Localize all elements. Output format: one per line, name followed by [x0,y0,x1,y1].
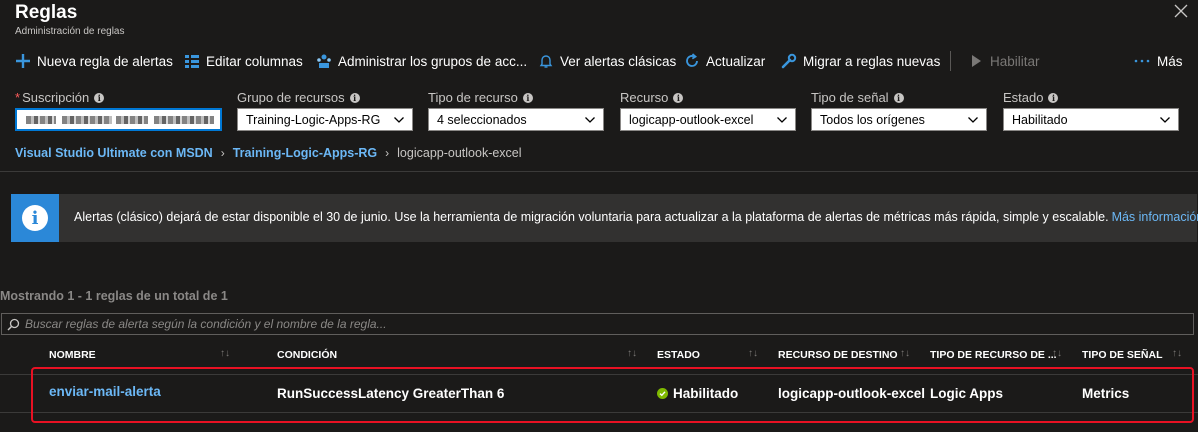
info-banner: i Alertas (clásico) dejará de estar disp… [11,194,1198,242]
row-highlight-annotation [31,367,1194,423]
view-classic-alerts-button[interactable]: Ver alertas clásicas [538,44,676,78]
breadcrumb-resource-group[interactable]: Training-Logic-Apps-RG [233,146,377,160]
column-header-signal-type[interactable]: TIPO DE SEÑAL [1082,349,1163,361]
required-marker: * [15,90,21,105]
enable-button[interactable]: Habilitar [968,44,1040,78]
chevron-down-icon [968,116,978,123]
info-icon[interactable]: i [349,92,360,103]
page-subtitle: Administración de reglas [15,26,125,37]
breadcrumb-subscription[interactable]: Visual Studio Ultimate con MSDN [15,146,213,160]
resource-type-select[interactable]: 4 seleccionados [428,108,604,131]
chevron-down-icon [1160,116,1170,123]
breadcrumb-current: logicapp-outlook-excel [397,146,522,160]
refresh-button[interactable]: Actualizar [684,44,765,78]
chevron-right-icon: › [385,146,390,160]
more-label: Más [1157,53,1183,69]
refresh-label: Actualizar [706,53,766,69]
command-toolbar: Nueva regla de alertas Editar columnas A… [0,44,1198,78]
results-count: Mostrando 1 - 1 reglas de un total de 1 [0,289,228,303]
manage-action-groups-button[interactable]: Administrar los grupos de acc... [316,44,527,78]
view-classic-alerts-label: Ver alertas clásicas [560,53,677,69]
signal-type-select[interactable]: Todos los orígenes [811,108,987,131]
redacted-text [26,116,56,124]
more-button[interactable]: Más [1133,44,1183,78]
page-title: Reglas [15,2,78,23]
sort-icon[interactable]: ↑↓ [220,348,230,359]
search-placeholder: Buscar reglas de alerta según la condici… [25,317,387,331]
signal-type-label: Tipo de señal i [811,90,904,105]
new-rule-button[interactable]: Nueva regla de alertas [15,44,173,78]
resource-label: Recurso i [620,90,684,105]
search-icon [7,318,20,331]
search-input[interactable]: Buscar reglas de alerta según la condici… [1,313,1194,335]
redacted-text [62,116,112,124]
sort-icon[interactable]: ↑↓ [900,348,910,359]
migrate-rules-label: Migrar a reglas nuevas [803,53,941,69]
sort-icon[interactable]: ↑↓ [1052,348,1062,359]
action-groups-icon [317,54,331,68]
state-select[interactable]: Habilitado [1003,108,1179,131]
bell-icon [539,55,553,68]
learn-more-link[interactable]: Más información [1112,210,1198,224]
resource-group-select[interactable]: Training-Logic-Apps-RG [237,108,413,131]
column-header-condition[interactable]: CONDICIÓN [277,349,337,361]
toolbar-divider [950,51,951,71]
close-icon[interactable] [1174,4,1188,18]
info-icon[interactable]: i [94,92,105,103]
wrench-icon [781,53,797,69]
resource-group-label: Grupo de recursos i [237,90,360,105]
info-icon: i [11,194,59,242]
state-label: Estado i [1003,90,1059,105]
resource-select[interactable]: logicapp-outlook-excel [620,108,796,131]
edit-columns-label: Editar columnas [206,53,303,69]
resource-type-label: Tipo de recurso i [428,90,533,105]
banner-message: Alertas (clásico) dejará de estar dispon… [74,210,1198,224]
edit-columns-button[interactable]: Editar columnas [184,44,303,78]
info-icon[interactable]: i [893,92,904,103]
column-header-target[interactable]: RECURSO DE DESTINO [778,349,898,361]
redacted-text [116,116,148,124]
sort-icon[interactable]: ↑↓ [1172,348,1182,359]
migrate-rules-button[interactable]: Migrar a reglas nuevas [781,44,940,78]
column-header-name[interactable]: NOMBRE [49,349,96,361]
refresh-icon [686,53,698,67]
subscription-label: * Suscripción i [15,90,105,105]
column-header-state[interactable]: ESTADO [657,349,700,361]
sort-icon[interactable]: ↑↓ [748,348,758,359]
manage-action-groups-label: Administrar los grupos de acc... [338,53,528,69]
enable-label: Habilitar [990,53,1040,69]
subscription-select[interactable] [15,108,222,131]
more-icon [1134,59,1150,63]
info-icon[interactable]: i [522,92,533,103]
chevron-right-icon: › [220,146,225,160]
redacted-text [154,116,214,124]
columns-icon [185,55,199,68]
breadcrumb: Visual Studio Ultimate con MSDN › Traini… [15,146,522,160]
plus-icon [16,54,30,68]
play-icon [972,55,981,67]
chevron-down-icon [394,116,404,123]
chevron-down-icon [777,116,787,123]
info-icon[interactable]: i [673,92,684,103]
column-header-resource-type[interactable]: TIPO DE RECURSO DE ... [930,349,1057,361]
new-rule-label: Nueva regla de alertas [37,53,173,69]
chevron-down-icon [585,116,595,123]
info-icon[interactable]: i [1048,92,1059,103]
divider [0,171,1198,172]
sort-icon[interactable]: ↑↓ [627,348,637,359]
